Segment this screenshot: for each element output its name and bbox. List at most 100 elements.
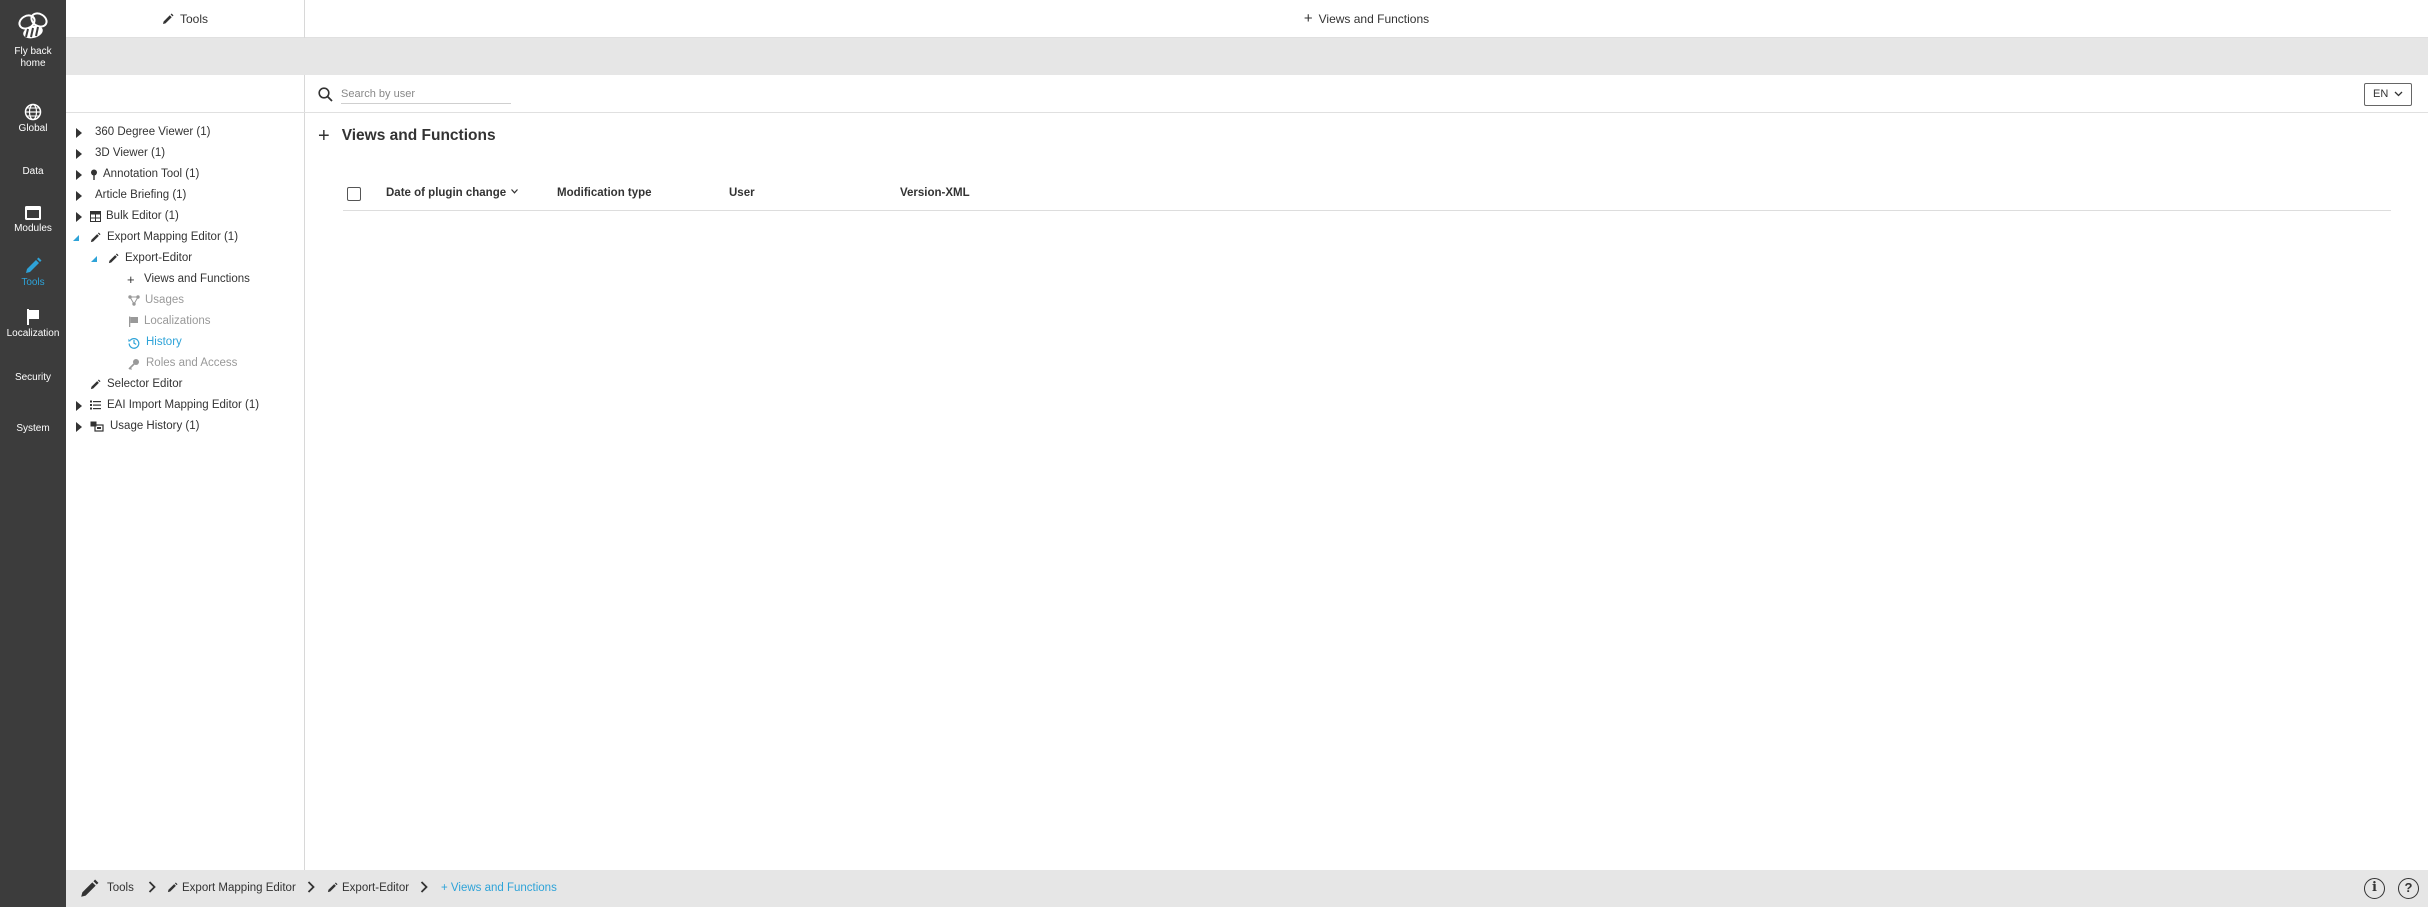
key-icon [128,359,139,370]
expand-arrow-icon[interactable] [76,401,82,411]
tree-item-label: Usages [145,294,184,306]
main-header: + Views and Functions [305,0,2428,38]
search-icon[interactable] [318,87,333,102]
bee-logo-icon [18,12,48,39]
expand-arrow-icon[interactable] [76,149,82,159]
window-icon [25,206,41,220]
tree-item-localizations[interactable]: Localizations [66,311,305,332]
expand-arrow-icon[interactable] [76,212,82,222]
tree-item-views-and-functions[interactable]: + Views and Functions [66,269,305,290]
breadcrumb-item-views-and-functions: + Views and Functions [441,882,557,894]
tree-item-label: Annotation Tool (1) [103,168,200,180]
tree-item-label: Export-Editor [125,252,193,264]
tree-item-bulk-editor[interactable]: Bulk Editor (1) [66,206,305,227]
chevron-down-icon [511,189,519,194]
home-label-line1: Fly back [14,46,52,57]
column-header-modification-type[interactable]: Modification type [557,187,652,199]
pencil-icon [26,257,42,273]
tree-item-annotation-tool[interactable]: Annotation Tool (1) [66,164,305,185]
list-icon [90,400,101,410]
globe-icon [24,103,42,121]
plus-icon: + [441,882,448,894]
expand-arrow-icon[interactable] [76,422,82,432]
tree-item-label: Article Briefing (1) [95,189,187,201]
help-icon: ? [2404,880,2413,895]
pencil-icon [162,13,174,24]
tree-item-label: Roles and Access [146,357,238,369]
nav-item-data[interactable]: Data [0,166,66,178]
plus-icon: + [318,125,330,147]
nav-item-modules[interactable]: Modules [0,205,66,235]
nav-item-tools[interactable]: Tools [0,257,66,289]
collapse-arrow-icon[interactable] [73,235,79,241]
pencil-icon [90,232,101,243]
tree-item-roles-and-access[interactable]: Roles and Access [66,353,305,374]
tree-item-label: Export Mapping Editor (1) [107,231,239,243]
history-table-header: Date of plugin change Modification type … [343,183,2391,211]
fly-back-home-button[interactable]: Fly back home [0,10,66,70]
breadcrumb-item-export-mapping-editor[interactable]: Export Mapping Editor [182,882,296,894]
tree-item-label: Views and Functions [144,273,250,285]
chevron-right-icon [307,881,315,893]
search-bar: EN [305,75,2428,113]
nav-label-tools: Tools [21,277,45,288]
tree-item-3d-viewer[interactable]: 3D Viewer (1) [66,143,305,164]
main-navigation: Fly back home Global Data Modules Tools [0,0,66,907]
tree-item-export-mapping-editor[interactable]: Export Mapping Editor (1) [66,227,305,248]
history-icon [128,338,140,349]
tree-item-usages[interactable]: Usages [66,290,305,311]
nav-item-global[interactable]: Global [0,103,66,135]
pencil-icon [81,879,99,897]
tree-item-360-degree-viewer[interactable]: 360 Degree Viewer (1) [66,122,305,143]
column-header-user[interactable]: User [729,187,755,199]
history-icon [90,421,104,432]
tree-panel-header: Tools [66,0,304,38]
nav-item-security[interactable]: Security [0,372,66,384]
expand-arrow-icon[interactable] [76,191,82,201]
tree-item-label: EAI Import Mapping Editor (1) [107,399,260,411]
chevron-right-icon [148,881,156,893]
expand-arrow-icon[interactable] [76,128,82,138]
tree-item-label: History [146,336,182,348]
tree-panel-title: Tools [179,11,208,26]
tree-item-label: Usage History (1) [110,420,200,432]
pencil-icon [327,882,338,893]
chevron-down-icon [2394,91,2403,97]
search-input[interactable] [341,85,511,104]
tree-item-label: 3D Viewer (1) [95,147,166,159]
select-all-checkbox[interactable] [347,187,361,201]
tree-item-label: Bulk Editor (1) [106,210,179,222]
breadcrumb-item-export-editor[interactable]: Export-Editor [342,882,409,894]
table-icon [90,211,101,222]
tree-item-history[interactable]: History [66,332,305,353]
nav-label-modules: Modules [14,223,52,234]
nav-item-localization[interactable]: Localization [0,308,66,340]
collapse-arrow-icon[interactable] [91,256,97,262]
column-header-date-label: Date of plugin change [386,187,507,199]
breadcrumb-item-tools[interactable]: Tools [107,882,134,894]
column-header-date[interactable]: Date of plugin change [386,187,519,199]
pin-icon [91,169,97,180]
plus-icon: + [127,272,135,287]
info-icon: i [2372,880,2377,895]
tree-item-export-editor[interactable]: Export-Editor [66,248,305,269]
tree-item-usage-history[interactable]: Usage History (1) [66,416,305,437]
info-button[interactable]: i [2364,878,2385,899]
expand-arrow-icon[interactable] [76,170,82,180]
tree-item-selector-editor[interactable]: Selector Editor [66,374,305,395]
tree-item-label: 360 Degree Viewer (1) [95,126,211,138]
column-header-version-xml[interactable]: Version-XML [900,187,970,199]
home-label-line2: home [20,58,46,69]
tree-panel: Tools 360 Degree Viewer (1) 3D Viewer (1… [66,0,305,870]
tools-tree: 360 Degree Viewer (1) 3D Viewer (1) Anno… [66,122,305,437]
tree-item-article-briefing[interactable]: Article Briefing (1) [66,185,305,206]
language-select[interactable]: EN [2364,83,2412,106]
pencil-icon [90,379,101,390]
nav-item-system[interactable]: System [0,423,66,435]
chevron-right-icon [420,881,428,893]
page-title-text: Views and Functions [341,127,496,144]
flag-icon [27,309,39,325]
help-button[interactable]: ? [2398,878,2419,899]
tree-item-eai-import-mapping-editor[interactable]: EAI Import Mapping Editor (1) [66,395,305,416]
tree-search-area [66,75,305,113]
